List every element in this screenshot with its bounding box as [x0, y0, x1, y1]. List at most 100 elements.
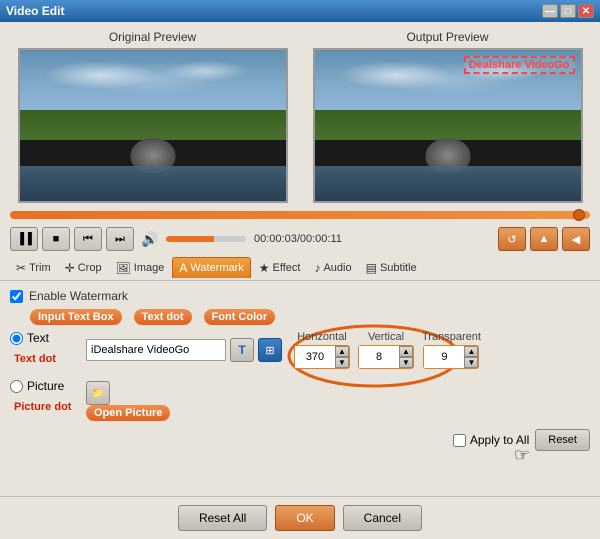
volume-icon: 🔊	[138, 227, 162, 251]
back-button[interactable]: ↺	[498, 227, 526, 251]
tab-crop-label: Crop	[78, 262, 102, 274]
tab-effect[interactable]: ★ Effect	[253, 258, 307, 278]
seek-thumb[interactable]	[573, 209, 585, 221]
text-format-button[interactable]: T	[230, 338, 254, 362]
layout-button[interactable]: ⊞	[258, 338, 282, 362]
title-bar-buttons: — □ ✕	[542, 4, 594, 18]
transparent-input[interactable]	[424, 346, 464, 368]
controls-row: ▐▐ ■ ⏮ ⏭ 🔊 00:00:03/00:00:11 ↺ ▲ ◀	[0, 223, 600, 255]
reset-button[interactable]: Reset	[535, 429, 590, 451]
video-water	[20, 166, 286, 201]
tab-watermark[interactable]: A Watermark	[172, 257, 250, 278]
close-button[interactable]: ✕	[578, 4, 594, 18]
apply-all-checkbox[interactable]	[453, 434, 466, 447]
transparent-up[interactable]: ▲	[464, 346, 478, 357]
tab-image[interactable]: 🖼 Image	[110, 258, 171, 278]
tab-subtitle-label: Subtitle	[380, 262, 417, 274]
original-preview-video	[18, 48, 288, 203]
tabs-row: ✂ Trim ✛ Crop 🖼 Image A Watermark ★ Effe…	[0, 255, 600, 281]
pause-button[interactable]: ▐▐	[10, 227, 38, 251]
window-title: Video Edit	[6, 4, 64, 18]
transparent-label: Transparent	[422, 331, 481, 343]
minimize-button[interactable]: —	[542, 4, 558, 18]
main-window: Original Preview Output Preview Dealshar…	[0, 22, 600, 539]
picture-radio-row: Picture	[10, 379, 80, 393]
tab-trim[interactable]: ✂ Trim	[10, 258, 57, 278]
left-icon: ◀	[572, 233, 580, 246]
volume-slider[interactable]	[166, 236, 246, 242]
prev-frame-button[interactable]: ⏮	[74, 227, 102, 251]
original-preview-panel: Original Preview	[10, 30, 295, 203]
maximize-button[interactable]: □	[560, 4, 576, 18]
next-frame-button[interactable]: ⏭	[106, 227, 134, 251]
text-input-row: T ⊞ Horizontal	[86, 331, 590, 369]
horizontal-up[interactable]: ▲	[335, 346, 349, 357]
up-icon: ▲	[539, 233, 550, 245]
position-inputs: Horizontal ▲ ▼ Vertical	[294, 331, 481, 369]
title-bar: Video Edit — □ ✕	[0, 0, 600, 22]
watermark-overlay: Dealshare VideoGo	[464, 56, 575, 74]
tab-audio[interactable]: ♪ Audio	[308, 258, 357, 278]
horizontal-down[interactable]: ▼	[335, 357, 349, 368]
text-format-icon: T	[238, 343, 245, 357]
enable-watermark-checkbox[interactable]	[10, 290, 23, 303]
tab-effect-label: Effect	[273, 262, 301, 274]
audio-icon: ♪	[314, 261, 320, 275]
text-radio-row: Text	[10, 331, 80, 345]
enable-watermark-label: Enable Watermark	[29, 289, 128, 303]
back-icon: ↺	[507, 233, 516, 246]
picture-radio-label: Picture	[27, 379, 64, 393]
seek-bar-row	[0, 207, 600, 223]
subtitle-icon: ▤	[366, 261, 377, 275]
text-radio[interactable]	[10, 332, 23, 345]
seek-bar[interactable]	[10, 211, 590, 219]
horizontal-label: Horizontal	[297, 331, 347, 343]
vertical-up[interactable]: ▲	[399, 346, 413, 357]
reset-all-button[interactable]: Reset All	[178, 505, 267, 531]
trim-icon: ✂	[16, 261, 26, 275]
transparent-down[interactable]: ▼	[464, 357, 478, 368]
video-ground	[20, 110, 286, 140]
layout-icon: ⊞	[265, 344, 274, 357]
output-video-water	[315, 166, 581, 201]
vertical-input[interactable]	[359, 346, 399, 368]
picture-radio[interactable]	[10, 380, 23, 393]
tab-audio-label: Audio	[323, 262, 351, 274]
text-dot-side: Text dot	[14, 353, 80, 365]
open-picture-label-row: Open Picture	[86, 405, 590, 421]
stop-button[interactable]: ■	[42, 227, 70, 251]
picture-dot-side: Picture dot	[14, 401, 80, 413]
tab-crop[interactable]: ✛ Crop	[59, 258, 108, 278]
left-button[interactable]: ◀	[562, 227, 590, 251]
ok-button[interactable]: OK	[275, 505, 334, 531]
input-textbox-label: Input Text Box	[30, 309, 122, 325]
horizontal-input-wrap: ▲ ▼	[294, 345, 350, 369]
crop-icon: ✛	[65, 261, 75, 275]
tab-trim-label: Trim	[29, 262, 51, 274]
vertical-spinners: ▲ ▼	[399, 346, 413, 368]
vertical-group: Vertical ▲ ▼	[358, 331, 414, 369]
stop-icon: ■	[53, 233, 60, 245]
up-button[interactable]: ▲	[530, 227, 558, 251]
text-picture-section: Text Text dot Picture Picture dot T	[10, 331, 590, 475]
transparent-spinners: ▲ ▼	[464, 346, 478, 368]
cancel-button[interactable]: Cancel	[343, 505, 422, 531]
enable-row: Enable Watermark	[10, 289, 590, 303]
text-input-field[interactable]	[86, 339, 226, 361]
previews-row: Original Preview Output Preview Dealshar…	[0, 22, 600, 207]
text-dot-label: Text dot	[134, 309, 192, 325]
folder-icon: 📁	[92, 388, 104, 399]
vertical-down[interactable]: ▼	[399, 357, 413, 368]
horizontal-group: Horizontal ▲ ▼	[294, 331, 350, 369]
horizontal-input[interactable]	[295, 346, 335, 368]
open-picture-button[interactable]: 📁	[86, 381, 110, 405]
cursor-hand-icon: ☞	[514, 445, 530, 466]
controls-section: T ⊞ Horizontal	[86, 331, 590, 475]
cursor-row: ☞	[86, 455, 590, 475]
pause-icon: ▐▐	[16, 233, 32, 245]
next-frame-icon: ⏭	[115, 233, 125, 246]
prev-frame-icon: ⏮	[83, 233, 93, 246]
tab-subtitle[interactable]: ▤ Subtitle	[360, 258, 423, 278]
transparent-input-wrap: ▲ ▼	[423, 345, 479, 369]
time-display: 00:00:03/00:00:11	[254, 233, 342, 245]
